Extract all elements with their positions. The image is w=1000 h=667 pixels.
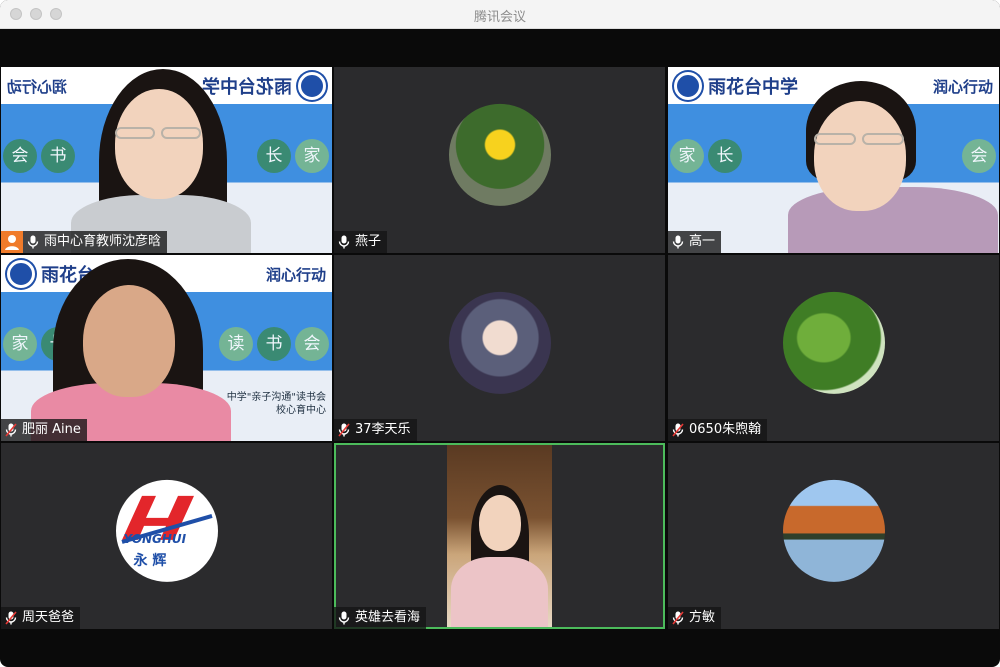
- self-view-person-icon: [1, 231, 23, 253]
- banner-bubble: 会: [295, 327, 329, 361]
- mic-muted-icon: [5, 423, 17, 437]
- participant-name: 方敏: [689, 610, 716, 625]
- participant-name: 雨中心育教师沈彦晗: [44, 234, 162, 249]
- participant-tile[interactable]: 燕子: [334, 67, 665, 253]
- participant-tile[interactable]: YONGHUI 永 辉 周天爸爸: [1, 443, 332, 629]
- participant-name: 肥丽 Aine: [22, 422, 81, 437]
- participant-tile[interactable]: 方敏: [668, 443, 999, 629]
- yonghui-logo-icon: [120, 495, 213, 544]
- participant-tile[interactable]: 37李天乐: [334, 255, 665, 441]
- participant-tile[interactable]: 雨花台中学 润心行动 会 书 长 家 雨中心育教师沈彦晗: [1, 67, 332, 253]
- banner-footer: 中学"亲子沟通"读书会 校心育中心: [227, 391, 326, 417]
- banner-footer-line: 校心育中心: [276, 405, 326, 416]
- banner-bubble: 家: [295, 139, 329, 173]
- banner-bubble: 书: [257, 327, 291, 361]
- participant-tile[interactable]: 0650朱煦翰: [668, 255, 999, 441]
- window-title: 腾讯会议: [473, 10, 526, 25]
- mic-on-icon: [338, 235, 350, 249]
- participant-name: 周天爸爸: [22, 610, 75, 625]
- participant-name-label: 高一: [668, 231, 722, 253]
- banner-bubble: 长: [708, 139, 742, 173]
- logo-text: YONGHUI: [123, 531, 187, 546]
- participant-name-label: 雨中心育教师沈彦晗: [23, 231, 168, 253]
- mic-muted-icon: [338, 423, 350, 437]
- participant-name: 英雄去看海: [355, 610, 421, 625]
- participant-name-label: 方敏: [668, 607, 722, 629]
- participant-name: 0650朱煦翰: [689, 422, 762, 437]
- banner-bubble: 会: [3, 139, 37, 173]
- mic-on-icon: [338, 611, 350, 625]
- participant-name: 高一: [689, 234, 716, 249]
- campaign-brand-text: 润心行动: [7, 77, 68, 96]
- mic-muted-icon: [672, 423, 684, 437]
- banner-footer-line: 中学"亲子沟通"读书会: [226, 392, 326, 403]
- participant-name-label: 燕子: [334, 231, 388, 253]
- autumn-trees-avatar-image: [782, 479, 885, 582]
- mic-on-icon: [672, 235, 684, 249]
- school-brand-text: 雨花台中学: [708, 77, 798, 98]
- participant-tile-active-speaker[interactable]: 英雄去看海: [334, 443, 665, 629]
- participant-tile[interactable]: 雨花台中学 润心行动 家 长 会 高一: [668, 67, 999, 253]
- mic-muted-icon: [5, 611, 17, 625]
- school-seal-icon: [674, 72, 702, 100]
- participant-name-label: 肥丽 Aine: [1, 419, 87, 441]
- participant-name: 37李天乐: [355, 422, 411, 437]
- participant-video: [71, 67, 251, 253]
- mic-muted-icon: [672, 611, 684, 625]
- participant-tile[interactable]: 雨花台中学 润心行动 家 长 读 书 会 中学"亲子沟通"读书会 校心育中心: [1, 255, 332, 441]
- participant-name-label: 英雄去看海: [334, 607, 427, 629]
- participant-video: [788, 67, 998, 253]
- meeting-window: 腾讯会议 雨花台中学 润心行动 会 书 长 家 雨中心育教师沈彦晗 燕子 雨花台…: [0, 0, 1000, 667]
- video-grid: 雨花台中学 润心行动 会 书 长 家 雨中心育教师沈彦晗 燕子 雨花台中学 润心…: [0, 66, 1000, 629]
- school-seal-icon: [298, 72, 326, 100]
- anime-avatar-image: [448, 291, 551, 394]
- participant-video: [447, 445, 552, 627]
- banana-leaves-avatar-image: [782, 291, 885, 394]
- participant-name-label: 0650朱煦翰: [668, 419, 768, 441]
- participant-name: 燕子: [355, 234, 382, 249]
- logo-subtext: 永 辉: [133, 552, 167, 569]
- banner-bubble: 书: [41, 139, 75, 173]
- participant-name-label: 周天爸爸: [1, 607, 81, 629]
- title-bar: 腾讯会议: [0, 0, 1000, 29]
- mic-on-icon: [27, 235, 39, 249]
- banner-bubble: 家: [670, 139, 704, 173]
- participant-name-label: 37李天乐: [334, 419, 417, 441]
- participant-video: [31, 255, 231, 441]
- yonghui-logo-avatar-image: YONGHUI 永 辉: [115, 479, 218, 582]
- campaign-brand-text: 润心行动: [265, 265, 326, 284]
- dandelion-avatar-image: [448, 103, 551, 206]
- banner-bubble: 长: [257, 139, 291, 173]
